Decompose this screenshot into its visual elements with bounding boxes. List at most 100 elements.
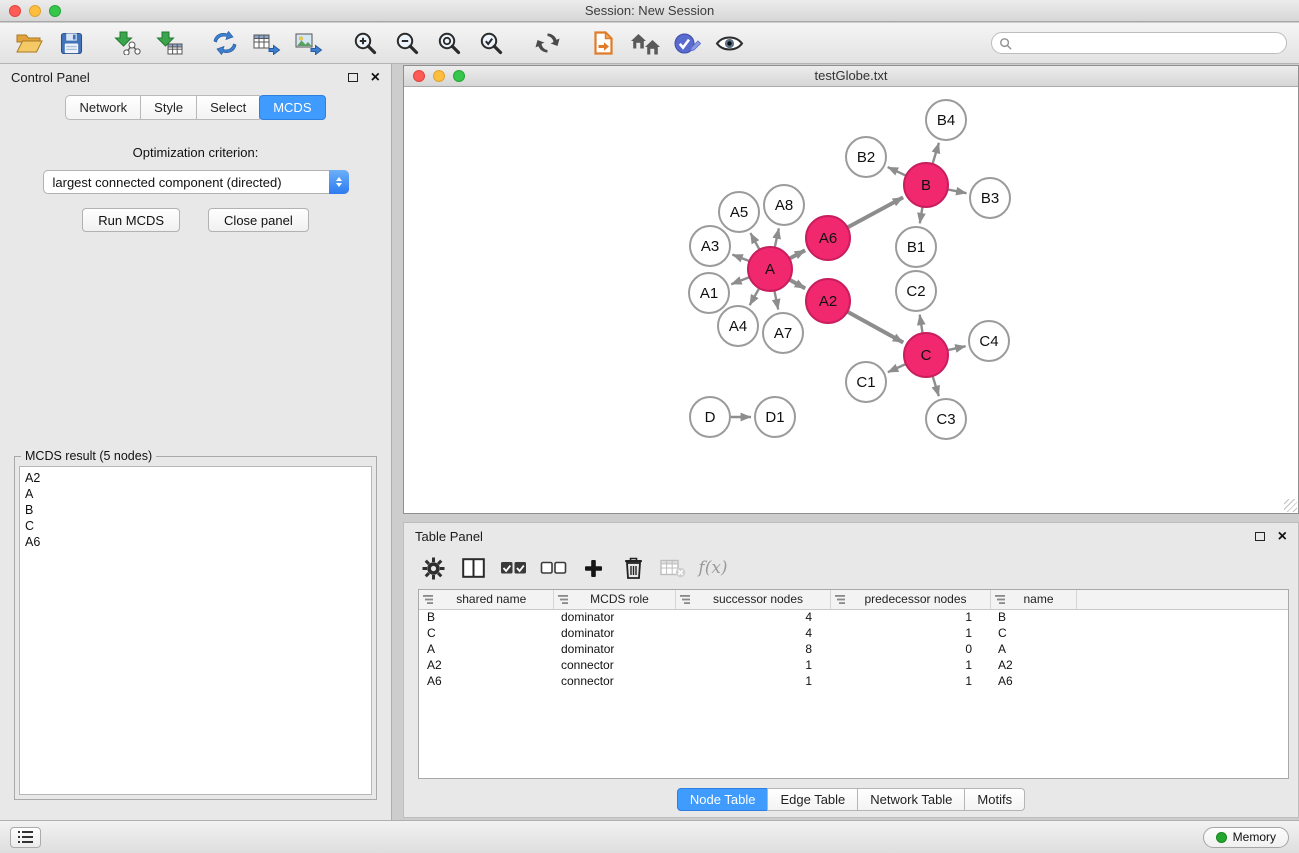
export-network-icon[interactable] bbox=[208, 27, 242, 59]
node-B4[interactable]: B4 bbox=[926, 100, 966, 140]
node-D1[interactable]: D1 bbox=[755, 397, 795, 437]
cell[interactable]: 1 bbox=[675, 657, 830, 673]
node-C[interactable]: C bbox=[904, 333, 948, 377]
cell[interactable]: dominator bbox=[553, 609, 675, 625]
cell[interactable]: dominator bbox=[553, 625, 675, 641]
export-image-icon[interactable] bbox=[292, 27, 326, 59]
node-A3[interactable]: A3 bbox=[690, 226, 730, 266]
zoom-out-icon[interactable] bbox=[390, 27, 424, 59]
tab-edge-table[interactable]: Edge Table bbox=[767, 788, 858, 811]
minimize-network-window-button[interactable] bbox=[433, 70, 445, 82]
cell[interactable]: 1 bbox=[830, 625, 990, 641]
cell[interactable]: A bbox=[990, 641, 1076, 657]
cell[interactable]: 8 bbox=[675, 641, 830, 657]
search-box[interactable] bbox=[991, 32, 1287, 54]
tab-motifs[interactable]: Motifs bbox=[964, 788, 1025, 811]
node-A1[interactable]: A1 bbox=[689, 273, 729, 313]
task-history-button[interactable] bbox=[10, 827, 41, 848]
edge-C-C4[interactable] bbox=[948, 346, 966, 350]
close-network-window-button[interactable] bbox=[413, 70, 425, 82]
edge-A-A7[interactable] bbox=[774, 291, 778, 310]
table-row[interactable]: Bdominator41B bbox=[419, 609, 1288, 625]
node-A[interactable]: A bbox=[748, 247, 792, 291]
eye-icon[interactable] bbox=[712, 27, 746, 59]
refresh-icon[interactable] bbox=[530, 27, 564, 59]
mcds-result-list[interactable]: A2ABCA6 bbox=[19, 466, 372, 795]
edge-A2-C[interactable] bbox=[847, 312, 903, 343]
cell[interactable]: B bbox=[990, 609, 1076, 625]
criterion-dropdown[interactable]: largest connected component (directed) bbox=[43, 170, 349, 194]
cell[interactable]: A bbox=[419, 641, 553, 657]
float-table-panel-icon[interactable] bbox=[1255, 532, 1265, 541]
node-C2[interactable]: C2 bbox=[896, 271, 936, 311]
deselect-all-icon[interactable] bbox=[538, 553, 568, 583]
edge-A-A5[interactable] bbox=[751, 233, 760, 250]
tab-select[interactable]: Select bbox=[196, 95, 260, 120]
table-row[interactable]: A2connector11A2 bbox=[419, 657, 1288, 673]
result-item[interactable]: A bbox=[25, 486, 366, 502]
column-header-name[interactable]: name bbox=[990, 590, 1076, 609]
zoom-fit-icon[interactable] bbox=[432, 27, 466, 59]
result-item[interactable]: A2 bbox=[25, 470, 366, 486]
node-B1[interactable]: B1 bbox=[896, 227, 936, 267]
node-A8[interactable]: A8 bbox=[764, 185, 804, 225]
settings-icon[interactable] bbox=[418, 553, 448, 583]
cell[interactable]: B bbox=[419, 609, 553, 625]
result-item[interactable]: A6 bbox=[25, 534, 366, 550]
node-A4[interactable]: A4 bbox=[718, 306, 758, 346]
cell[interactable]: connector bbox=[553, 673, 675, 689]
cell[interactable]: 1 bbox=[675, 673, 830, 689]
edge-B-B3[interactable] bbox=[948, 189, 967, 193]
import-table-icon[interactable] bbox=[152, 27, 186, 59]
delete-columns-icon[interactable] bbox=[618, 553, 648, 583]
fx-icon[interactable]: f(x) bbox=[698, 553, 728, 583]
column-header-shared-name[interactable]: shared name bbox=[419, 590, 553, 609]
tab-mcds[interactable]: MCDS bbox=[259, 95, 325, 120]
cell[interactable]: 1 bbox=[830, 657, 990, 673]
node-B[interactable]: B bbox=[904, 163, 948, 207]
edge-B-B1[interactable] bbox=[920, 207, 923, 224]
cell[interactable]: A2 bbox=[990, 657, 1076, 673]
resize-handle[interactable] bbox=[1284, 499, 1297, 512]
cell[interactable]: 0 bbox=[830, 641, 990, 657]
edge-A-A6[interactable] bbox=[789, 250, 805, 258]
tab-node-table[interactable]: Node Table bbox=[677, 788, 769, 811]
node-D[interactable]: D bbox=[690, 397, 730, 437]
add-column-icon[interactable] bbox=[578, 553, 608, 583]
node-B2[interactable]: B2 bbox=[846, 137, 886, 177]
node-A7[interactable]: A7 bbox=[763, 313, 803, 353]
zoom-in-icon[interactable] bbox=[348, 27, 382, 59]
table-row[interactable]: Cdominator41C bbox=[419, 625, 1288, 641]
cell[interactable]: 1 bbox=[830, 609, 990, 625]
close-table-panel-icon[interactable]: × bbox=[1278, 529, 1287, 545]
edge-B-B4[interactable] bbox=[933, 143, 939, 164]
edge-A-A1[interactable] bbox=[731, 277, 749, 284]
node-A2[interactable]: A2 bbox=[806, 279, 850, 323]
export-table-icon[interactable] bbox=[250, 27, 284, 59]
cell[interactable]: A2 bbox=[419, 657, 553, 673]
search-input[interactable] bbox=[1016, 36, 1279, 51]
open-document-icon[interactable] bbox=[586, 27, 620, 59]
zoom-selected-icon[interactable] bbox=[474, 27, 508, 59]
node-C4[interactable]: C4 bbox=[969, 321, 1009, 361]
cell[interactable]: 4 bbox=[675, 609, 830, 625]
column-header-predecessor-nodes[interactable]: predecessor nodes bbox=[830, 590, 990, 609]
close-panel-icon[interactable]: × bbox=[371, 70, 380, 86]
columns-icon[interactable] bbox=[458, 553, 488, 583]
result-item[interactable]: C bbox=[25, 518, 366, 534]
close-panel-button[interactable]: Close panel bbox=[208, 208, 309, 232]
cell[interactable]: dominator bbox=[553, 641, 675, 657]
edge-A6-B[interactable] bbox=[847, 197, 903, 227]
delete-table-icon[interactable] bbox=[658, 553, 688, 583]
float-panel-icon[interactable] bbox=[348, 73, 358, 82]
validate-icon[interactable] bbox=[670, 27, 704, 59]
column-header-MCDS-role[interactable]: MCDS role bbox=[553, 590, 675, 609]
edge-A-A4[interactable] bbox=[750, 288, 760, 305]
import-network-icon[interactable] bbox=[110, 27, 144, 59]
edge-A-A8[interactable] bbox=[775, 228, 779, 247]
edge-C-C2[interactable] bbox=[920, 315, 923, 334]
run-mcds-button[interactable]: Run MCDS bbox=[82, 208, 180, 232]
network-canvas[interactable]: B4B2BB3A5A8A6B1A3AC2A1A2A4A7CC4C1C3DD1 bbox=[404, 87, 1298, 513]
node-B3[interactable]: B3 bbox=[970, 178, 1010, 218]
edge-C-C1[interactable] bbox=[888, 364, 906, 372]
